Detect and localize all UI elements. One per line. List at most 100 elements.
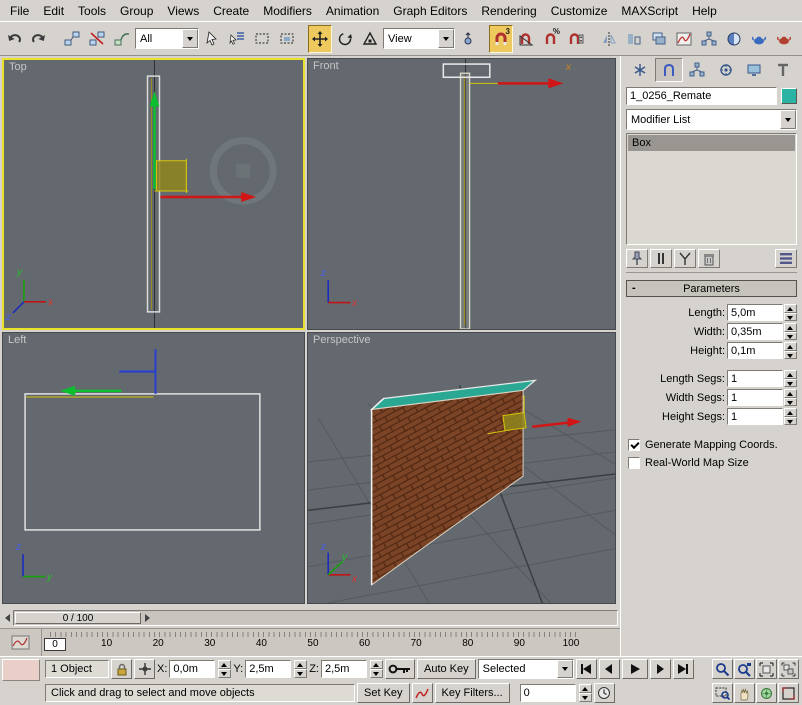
selection-lock-button[interactable] xyxy=(111,659,132,679)
x-coord-spinner[interactable] xyxy=(218,660,231,678)
reference-coordinate-dropdown[interactable]: View xyxy=(383,28,455,49)
select-and-move-button[interactable] xyxy=(308,25,332,53)
select-and-rotate-button[interactable] xyxy=(333,25,357,53)
zoom-all-button[interactable] xyxy=(734,659,755,679)
viewport-front[interactable]: Front x z x xyxy=(307,58,616,330)
remove-modifier-button[interactable] xyxy=(698,249,720,268)
object-name-field[interactable] xyxy=(626,87,777,105)
width-segs-spinner[interactable] xyxy=(784,389,797,406)
modifier-list-dropdown[interactable]: Modifier List xyxy=(626,109,797,130)
schematic-view-button[interactable] xyxy=(697,25,721,53)
key-filter-curve-button[interactable] xyxy=(412,683,433,703)
z-coord-field[interactable]: 2,5m xyxy=(321,660,367,678)
dropdown-arrow-icon[interactable] xyxy=(182,29,198,48)
parameters-rollout-header[interactable]: - Parameters xyxy=(626,280,797,297)
dropdown-arrow-icon[interactable] xyxy=(780,110,796,129)
undo-button[interactable] xyxy=(2,25,26,53)
render-setup-button[interactable] xyxy=(747,25,771,53)
curve-editor-button[interactable] xyxy=(672,25,696,53)
track-bar-scale[interactable]: 0 10 20 30 40 50 60 70 80 90 100 xyxy=(42,629,620,656)
menu-modifiers[interactable]: Modifiers xyxy=(256,2,319,20)
viewport-top[interactable]: Top y x z xyxy=(2,58,305,330)
window-crossing-toggle-button[interactable] xyxy=(275,25,299,53)
tab-utilities[interactable] xyxy=(769,58,798,82)
go-to-end-button[interactable] xyxy=(673,659,694,679)
maximize-viewport-toggle-button[interactable] xyxy=(778,683,799,703)
generate-mapping-checkbox[interactable] xyxy=(628,439,640,451)
menu-animation[interactable]: Animation xyxy=(319,2,386,20)
current-frame-field[interactable]: 0 xyxy=(520,684,576,702)
timeslider-next-button[interactable] xyxy=(142,610,152,626)
object-color-swatch[interactable] xyxy=(781,88,797,104)
width-segs-field[interactable]: 1 xyxy=(727,389,783,406)
quick-render-button[interactable] xyxy=(772,25,796,53)
width-spinner[interactable] xyxy=(784,323,797,340)
tab-hierarchy[interactable] xyxy=(683,58,712,82)
timeslider-prev-button[interactable] xyxy=(2,610,12,626)
current-frame-marker[interactable]: 0 xyxy=(44,638,66,651)
status-swatch[interactable] xyxy=(2,659,40,681)
zoom-button[interactable] xyxy=(712,659,733,679)
auto-key-button[interactable]: Auto Key xyxy=(417,659,476,679)
z-coord-spinner[interactable] xyxy=(370,660,383,678)
menu-edit[interactable]: Edit xyxy=(36,2,71,20)
menu-views[interactable]: Views xyxy=(160,2,206,20)
height-field[interactable]: 0,1m xyxy=(727,342,783,359)
configure-modifier-sets-button[interactable] xyxy=(775,249,797,268)
time-configuration-button[interactable] xyxy=(594,683,615,703)
height-segs-spinner[interactable] xyxy=(784,408,797,425)
bind-to-spacewarp-button[interactable] xyxy=(110,25,134,53)
set-keys-button[interactable] xyxy=(385,659,415,679)
width-field[interactable]: 0,35m xyxy=(727,323,783,340)
viewport-left[interactable]: Left z y xyxy=(2,332,305,604)
select-and-link-button[interactable] xyxy=(60,25,84,53)
length-segs-field[interactable]: 1 xyxy=(727,370,783,387)
length-spinner[interactable] xyxy=(784,304,797,321)
dropdown-arrow-icon[interactable] xyxy=(438,29,454,48)
pin-stack-button[interactable] xyxy=(626,249,648,268)
y-coord-field[interactable]: 2,5m xyxy=(245,660,291,678)
menu-rendering[interactable]: Rendering xyxy=(474,2,543,20)
current-frame-spinner[interactable] xyxy=(579,684,592,702)
real-world-map-checkbox[interactable] xyxy=(628,457,640,469)
menu-help[interactable]: Help xyxy=(685,2,724,20)
select-object-button[interactable] xyxy=(200,25,224,53)
go-to-start-button[interactable] xyxy=(576,659,597,679)
select-by-name-button[interactable] xyxy=(225,25,249,53)
mirror-button[interactable] xyxy=(597,25,621,53)
menu-tools[interactable]: Tools xyxy=(71,2,113,20)
unlink-selection-button[interactable] xyxy=(85,25,109,53)
track-bar[interactable]: 0 10 20 30 40 50 60 70 80 90 100 xyxy=(0,628,620,656)
zoom-extents-all-button[interactable] xyxy=(778,659,799,679)
selection-set-dropdown[interactable]: Selected xyxy=(478,659,574,679)
previous-frame-button[interactable] xyxy=(599,659,620,679)
layer-manager-button[interactable] xyxy=(647,25,671,53)
key-filters-button[interactable]: Key Filters... xyxy=(435,683,510,703)
next-frame-button[interactable] xyxy=(650,659,671,679)
pan-button[interactable] xyxy=(734,683,755,703)
select-and-scale-button[interactable] xyxy=(358,25,382,53)
zoom-extents-button[interactable] xyxy=(756,659,777,679)
selection-filter-dropdown[interactable]: All xyxy=(135,28,199,49)
stack-item-box[interactable]: Box xyxy=(628,135,795,151)
arc-rotate-button[interactable] xyxy=(756,683,777,703)
x-coord-field[interactable]: 0,0m xyxy=(169,660,215,678)
menu-maxscript[interactable]: MAXScript xyxy=(614,2,685,20)
length-field[interactable]: 5,0m xyxy=(727,304,783,321)
tab-create[interactable] xyxy=(626,58,655,82)
percent-snap-button[interactable]: % xyxy=(539,25,563,53)
menu-create[interactable]: Create xyxy=(206,2,256,20)
snap-toggle-button[interactable]: 3 xyxy=(489,25,513,53)
make-unique-button[interactable] xyxy=(674,249,696,268)
menu-file[interactable]: File xyxy=(3,2,36,20)
height-segs-field[interactable]: 1 xyxy=(727,408,783,425)
menu-graph-editors[interactable]: Graph Editors xyxy=(386,2,474,20)
menu-group[interactable]: Group xyxy=(113,2,160,20)
time-slider-handle[interactable]: 0 / 100 xyxy=(15,612,141,624)
tab-motion[interactable] xyxy=(712,58,741,82)
spinner-snap-button[interactable] xyxy=(564,25,588,53)
play-animation-button[interactable] xyxy=(622,659,648,679)
rectangular-selection-region-button[interactable] xyxy=(250,25,274,53)
mini-curve-editor-button[interactable] xyxy=(0,629,42,656)
viewport-perspective[interactable]: Perspective z y x xyxy=(307,332,616,604)
